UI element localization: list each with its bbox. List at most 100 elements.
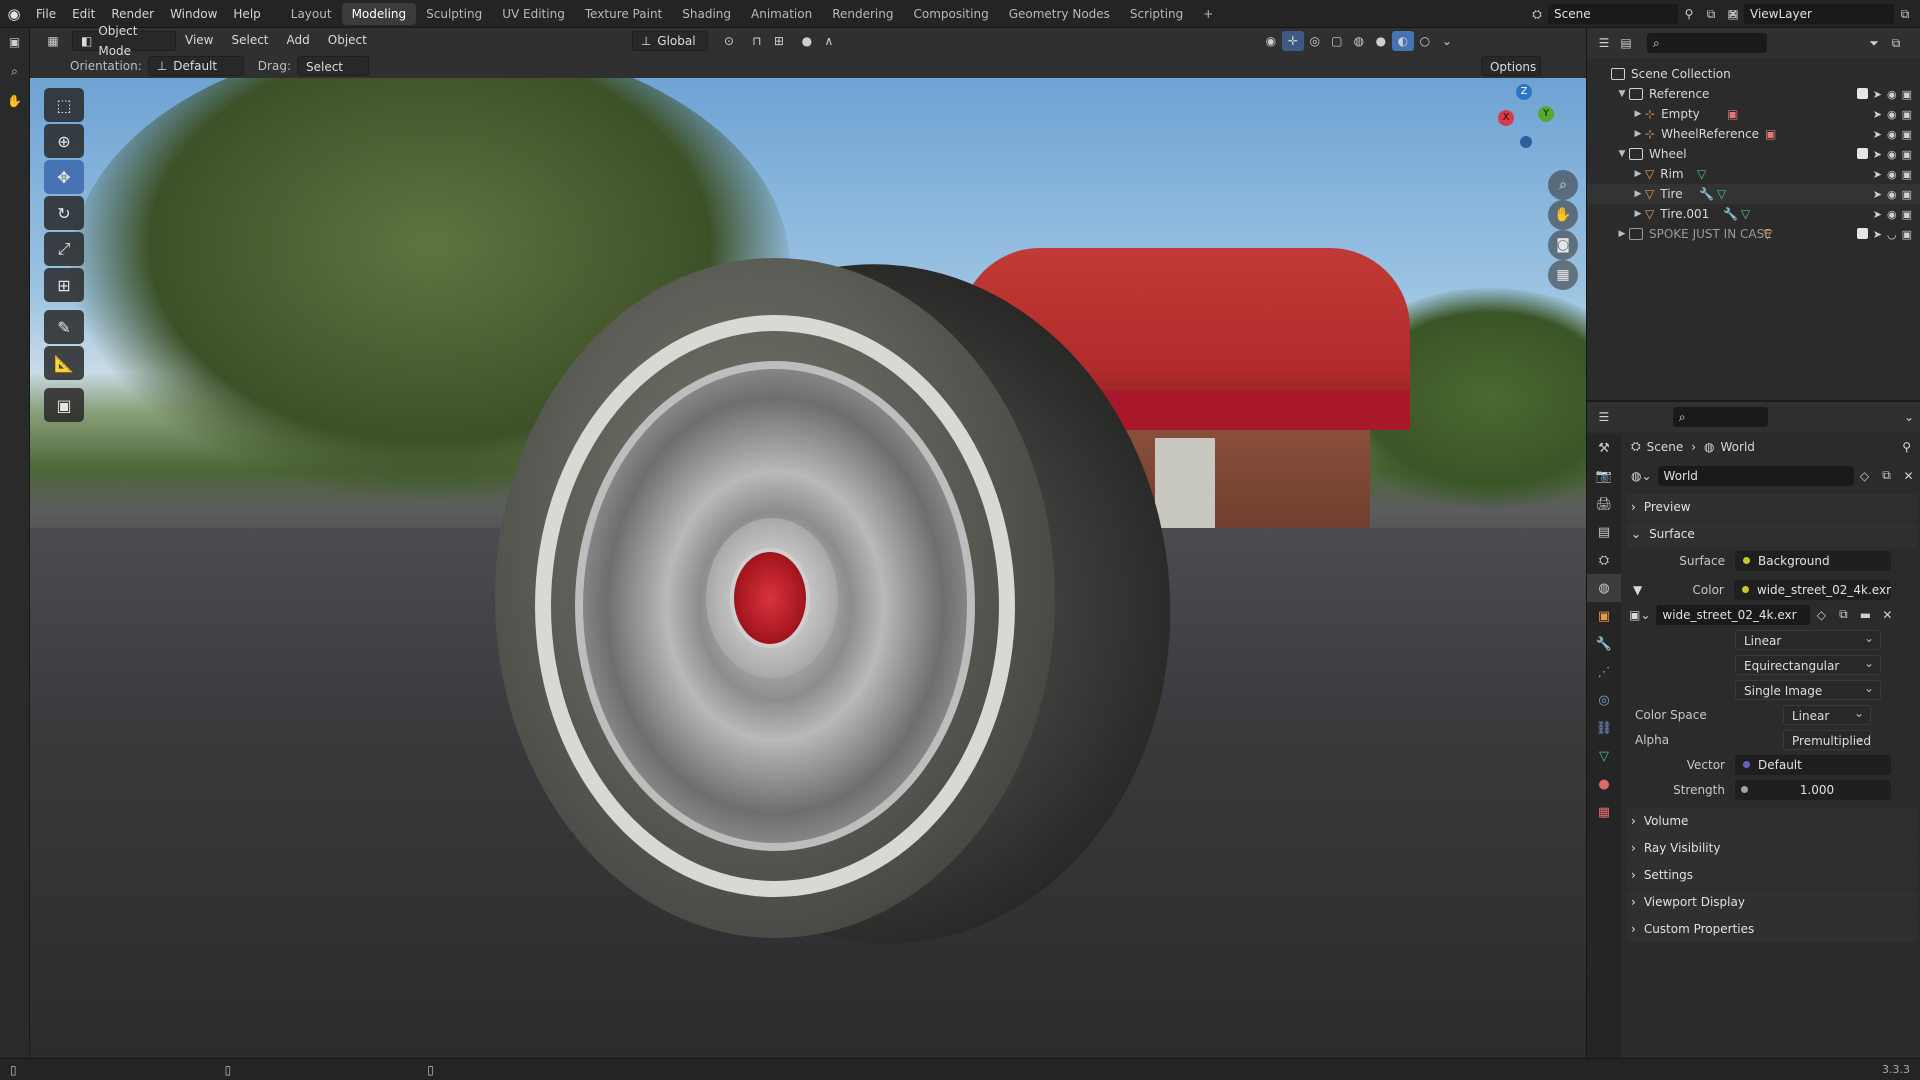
panel-ray-visibility[interactable]: › Ray Visibility <box>1627 835 1917 861</box>
tab-uv-editing[interactable]: UV Editing <box>492 3 575 25</box>
new-view-layer-icon[interactable]: ⧉ <box>1894 4 1916 24</box>
include-checkbox[interactable] <box>1856 87 1868 99</box>
expand-triangle-icon[interactable]: ▶ <box>1631 109 1645 119</box>
scene-tab-icon[interactable]: ⛭ <box>1587 546 1621 574</box>
select-arrow-icon[interactable]: ➤ <box>1873 88 1882 101</box>
alpha-dropdown[interactable]: Premultiplied <box>1783 728 1871 750</box>
source-dropdown[interactable]: Single Image <box>1735 678 1881 700</box>
outliner-row-empty[interactable]: ▶ ⊹ Empty ▣ ➤ ◉ ▣ <box>1587 104 1920 124</box>
filter-icon[interactable]: ⏷ <box>1863 33 1885 53</box>
data-tab-icon[interactable]: ▽ <box>1587 742 1621 770</box>
wireframe-shading-icon[interactable]: ◍ <box>1348 31 1370 51</box>
menu-select[interactable]: Select <box>222 28 277 53</box>
outliner-row-wheelreference[interactable]: ▶ ⊹ WheelReference ▣ ➤ ◉ ▣ <box>1587 124 1920 144</box>
orientation-dropdown[interactable]: ⊥ Default <box>147 55 244 76</box>
expand-triangle-icon[interactable]: ▶ <box>1631 209 1645 219</box>
menu-help[interactable]: Help <box>225 0 268 28</box>
overlays-icon[interactable]: ◎ <box>1304 31 1326 51</box>
proportional-edit-icon[interactable]: ● <box>796 31 818 51</box>
tab-modeling[interactable]: Modeling <box>341 2 417 25</box>
eye-icon[interactable]: ◉ <box>1887 148 1897 161</box>
camera-icon[interactable]: ▣ <box>1902 208 1912 221</box>
rendered-shading-icon[interactable]: ○ <box>1414 31 1436 51</box>
tab-compositing[interactable]: Compositing <box>903 3 998 25</box>
pivot-point-icon[interactable]: ⊙ <box>718 31 740 51</box>
gizmo-toggle-icon[interactable]: ✛ <box>1281 30 1304 51</box>
include-checkbox[interactable] <box>1856 147 1868 159</box>
options-dropdown[interactable]: Options <box>1480 55 1541 76</box>
properties-search-input[interactable]: ⌕ <box>1672 407 1769 427</box>
select-arrow-icon[interactable]: ➤ <box>1873 228 1882 241</box>
select-arrow-icon[interactable]: ➤ <box>1873 208 1882 221</box>
world-browse-icon[interactable]: ◍⌄ <box>1631 469 1652 483</box>
scene-icon[interactable]: ⛭ <box>1526 4 1548 24</box>
view-layer-tab-icon[interactable]: ▤ <box>1587 518 1621 546</box>
pan-hand-icon[interactable]: ✋ <box>1548 200 1578 230</box>
surface-shader-field[interactable]: Background <box>1735 550 1891 571</box>
snap-target-icon[interactable]: ⊞ <box>768 31 790 51</box>
camera-icon[interactable]: ▣ <box>1902 88 1912 101</box>
fake-user-icon[interactable]: ◇ <box>1854 466 1876 486</box>
editor-type-button[interactable]: ▦ <box>42 31 64 51</box>
panel-custom-properties[interactable]: › Custom Properties <box>1627 916 1917 942</box>
constraints-tab-icon[interactable]: ⛓ <box>1587 714 1621 742</box>
select-arrow-icon[interactable]: ➤ <box>1873 128 1882 141</box>
color-space-dropdown[interactable]: Linear <box>1783 703 1871 725</box>
transform-orientation-dropdown[interactable]: ⊥ Global <box>631 30 708 51</box>
falloff-icon[interactable]: ∧ <box>818 31 840 51</box>
expand-triangle-icon[interactable]: ▼ <box>1615 89 1629 99</box>
eye-icon[interactable]: ◉ <box>1887 108 1897 121</box>
fake-user-icon[interactable]: ◇ <box>1810 605 1832 625</box>
gizmo-y-axis[interactable]: Y <box>1538 106 1554 122</box>
image-name-field[interactable]: wide_street_02_4k.exr <box>1656 604 1811 625</box>
tab-texture-paint[interactable]: Texture Paint <box>575 3 672 25</box>
pin-icon[interactable]: ⚲ <box>1902 440 1911 454</box>
material-tab-icon[interactable]: ● <box>1587 770 1621 798</box>
unlink-world-icon[interactable]: ✕ <box>1898 466 1920 486</box>
outliner-row-rim[interactable]: ▶ ▽ Rim ▽ ➤ ◉ ▣ <box>1587 164 1920 184</box>
panel-volume[interactable]: › Volume <box>1627 808 1917 834</box>
expand-triangle-icon[interactable]: ▼ <box>1623 583 1643 597</box>
material-shading-icon[interactable]: ◐ <box>1391 30 1414 51</box>
expand-triangle-icon[interactable]: ▶ <box>1615 229 1629 239</box>
physics-tab-icon[interactable]: ◎ <box>1587 686 1621 714</box>
hand-pan-icon[interactable]: ✋ <box>0 86 29 116</box>
color-input-field[interactable]: wide_street_02_4k.exr <box>1733 579 1891 600</box>
outliner-row-wheel[interactable]: ▼ Wheel ➤ ◉ ▣ <box>1587 144 1920 164</box>
menu-add[interactable]: Add <box>278 28 319 53</box>
outliner-row-tire-001[interactable]: ▶ ▽ Tire.001 🔧 ▽ ➤ ◉ ▣ <box>1587 204 1920 224</box>
visibility-icon[interactable]: ◉ <box>1260 31 1282 51</box>
panel-viewport-display[interactable]: › Viewport Display <box>1627 889 1917 915</box>
solid-shading-icon[interactable]: ● <box>1370 31 1392 51</box>
xray-icon[interactable]: ▢ <box>1326 31 1348 51</box>
tab-rendering[interactable]: Rendering <box>822 3 903 25</box>
menu-object[interactable]: Object <box>319 28 376 53</box>
tab-scripting[interactable]: Scripting <box>1120 3 1193 25</box>
include-checkbox[interactable] <box>1856 227 1868 239</box>
cursor-tool-icon[interactable]: ⊕ <box>44 124 84 158</box>
panel-preview[interactable]: › Preview <box>1627 494 1917 520</box>
gizmo-x-axis[interactable]: X <box>1498 110 1514 126</box>
duplicate-image-icon[interactable]: ⧉ <box>1832 605 1854 625</box>
expand-triangle-icon[interactable]: ▶ <box>1631 189 1645 199</box>
outliner-row-tire[interactable]: ▶ ▽ Tire 🔧 ▽ ➤ ◉ ▣ <box>1587 184 1920 204</box>
eye-icon[interactable]: ◉ <box>1887 208 1897 221</box>
camera-icon[interactable]: ▣ <box>1902 168 1912 181</box>
measure-tool-icon[interactable]: 📐 <box>44 346 84 380</box>
image-browse-icon[interactable]: ▣⌄ <box>1629 608 1650 622</box>
display-mode-icon[interactable]: ▤ <box>1615 33 1637 53</box>
view-layer-icon[interactable]: ▤ <box>1722 4 1744 24</box>
expand-triangle-icon[interactable]: ▶ <box>1631 169 1645 179</box>
move-tool-icon[interactable]: ✥ <box>44 160 84 194</box>
eye-hidden-icon[interactable]: ◡ <box>1887 228 1897 241</box>
tool-tab-icon[interactable]: ⚒ <box>1587 434 1621 462</box>
panel-settings[interactable]: › Settings <box>1627 862 1917 888</box>
outliner-row-scene-collection[interactable]: Scene Collection <box>1587 64 1920 84</box>
world-tab-icon[interactable]: ◍ <box>1587 574 1621 602</box>
menu-view[interactable]: View <box>176 28 222 53</box>
mode-dropdown[interactable]: ◧ Object Mode <box>72 24 176 58</box>
3d-viewport[interactable]: ⬚ ⊕ ✥ ↻ ⤢ ⊞ ✎ 📐 ▣ Z Y X ⌕ ✋ ◙ ▦ <box>30 78 1586 1058</box>
ortho-grid-icon[interactable]: ▦ <box>1548 260 1578 290</box>
tab-sculpting[interactable]: Sculpting <box>416 3 492 25</box>
outliner-editor-type-icon[interactable]: ☰ <box>1593 33 1615 53</box>
